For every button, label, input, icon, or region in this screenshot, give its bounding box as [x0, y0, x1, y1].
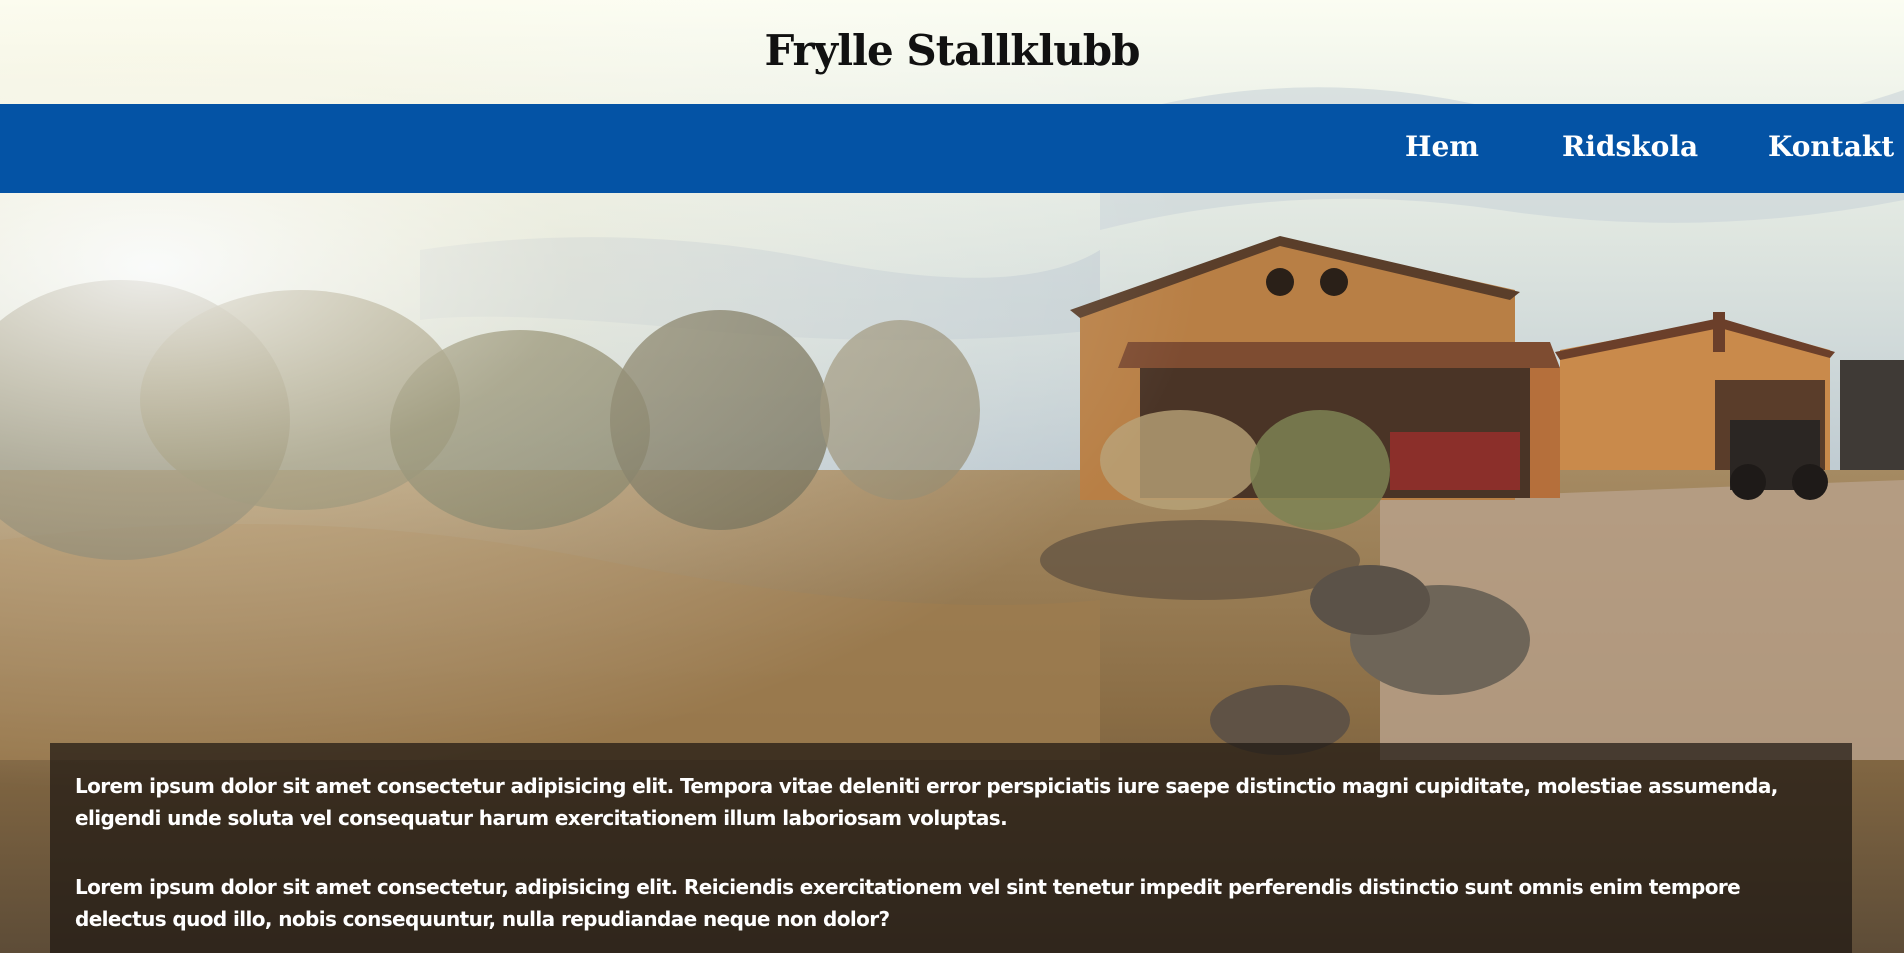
- main-navigation: Hem Ridskola Kontakt: [0, 104, 1904, 193]
- content-paragraph-1: Lorem ipsum dolor sit amet consectetur a…: [75, 774, 1778, 830]
- nav-link-hem[interactable]: Hem: [1405, 128, 1479, 166]
- content-panel: Lorem ipsum dolor sit amet consectetur a…: [50, 743, 1852, 953]
- nav-link-kontakt[interactable]: Kontakt: [1768, 128, 1894, 166]
- content-paragraph-2: Lorem ipsum dolor sit amet consectetur, …: [75, 875, 1741, 931]
- nav-link-ridskola[interactable]: Ridskola: [1562, 128, 1698, 166]
- site-title: Frylle Stallklubb: [764, 26, 1140, 75]
- site-header: Frylle Stallklubb: [0, 0, 1904, 104]
